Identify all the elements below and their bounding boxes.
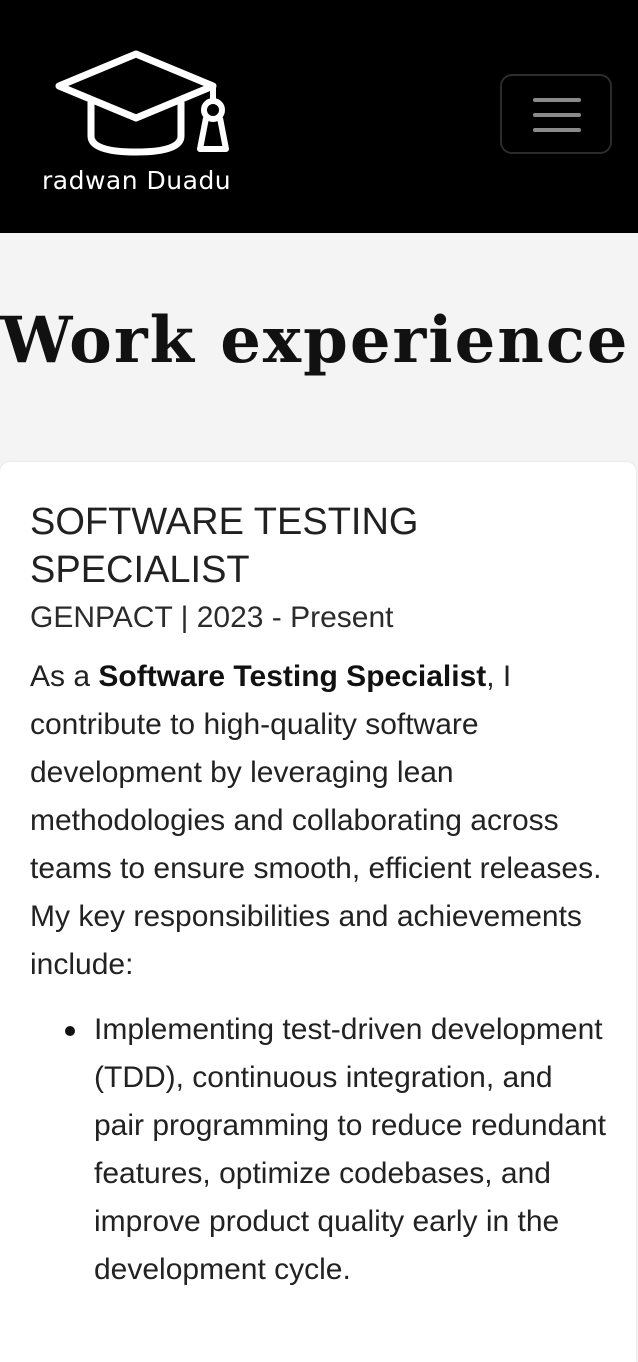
page-title: Work experience bbox=[0, 303, 630, 378]
menu-toggle-button[interactable] bbox=[500, 74, 612, 154]
bullet-icon bbox=[65, 1026, 75, 1036]
job-description-suffix: , I contribute to high-quality software … bbox=[30, 660, 602, 981]
job-description-bold: Software Testing Specialist bbox=[98, 660, 487, 693]
job-title: SOFTWARE TESTING SPECIALIST bbox=[30, 501, 419, 591]
brand-name: radwan Duadu bbox=[42, 166, 232, 195]
experience-card: SOFTWARE TESTING SPECIALIST GENPACT | 20… bbox=[0, 462, 636, 1362]
responsibilities-list: Implementing test-driven development (TD… bbox=[30, 1006, 610, 1294]
brand-logo-link[interactable]: radwan Duadu bbox=[38, 48, 248, 198]
hero-section: Work experience bbox=[0, 233, 638, 463]
job-company-dates: GENPACT | 2023 - Present bbox=[30, 601, 394, 634]
job-description: As a Software Testing Specialist, I cont… bbox=[30, 653, 610, 989]
job-description-prefix: As a bbox=[30, 660, 99, 693]
list-item: Implementing test-driven development (TD… bbox=[30, 1006, 610, 1294]
navbar: radwan Duadu bbox=[0, 0, 638, 233]
list-item-text: Implementing test-driven development (TD… bbox=[94, 1013, 606, 1286]
graduation-cap-icon bbox=[55, 50, 229, 156]
